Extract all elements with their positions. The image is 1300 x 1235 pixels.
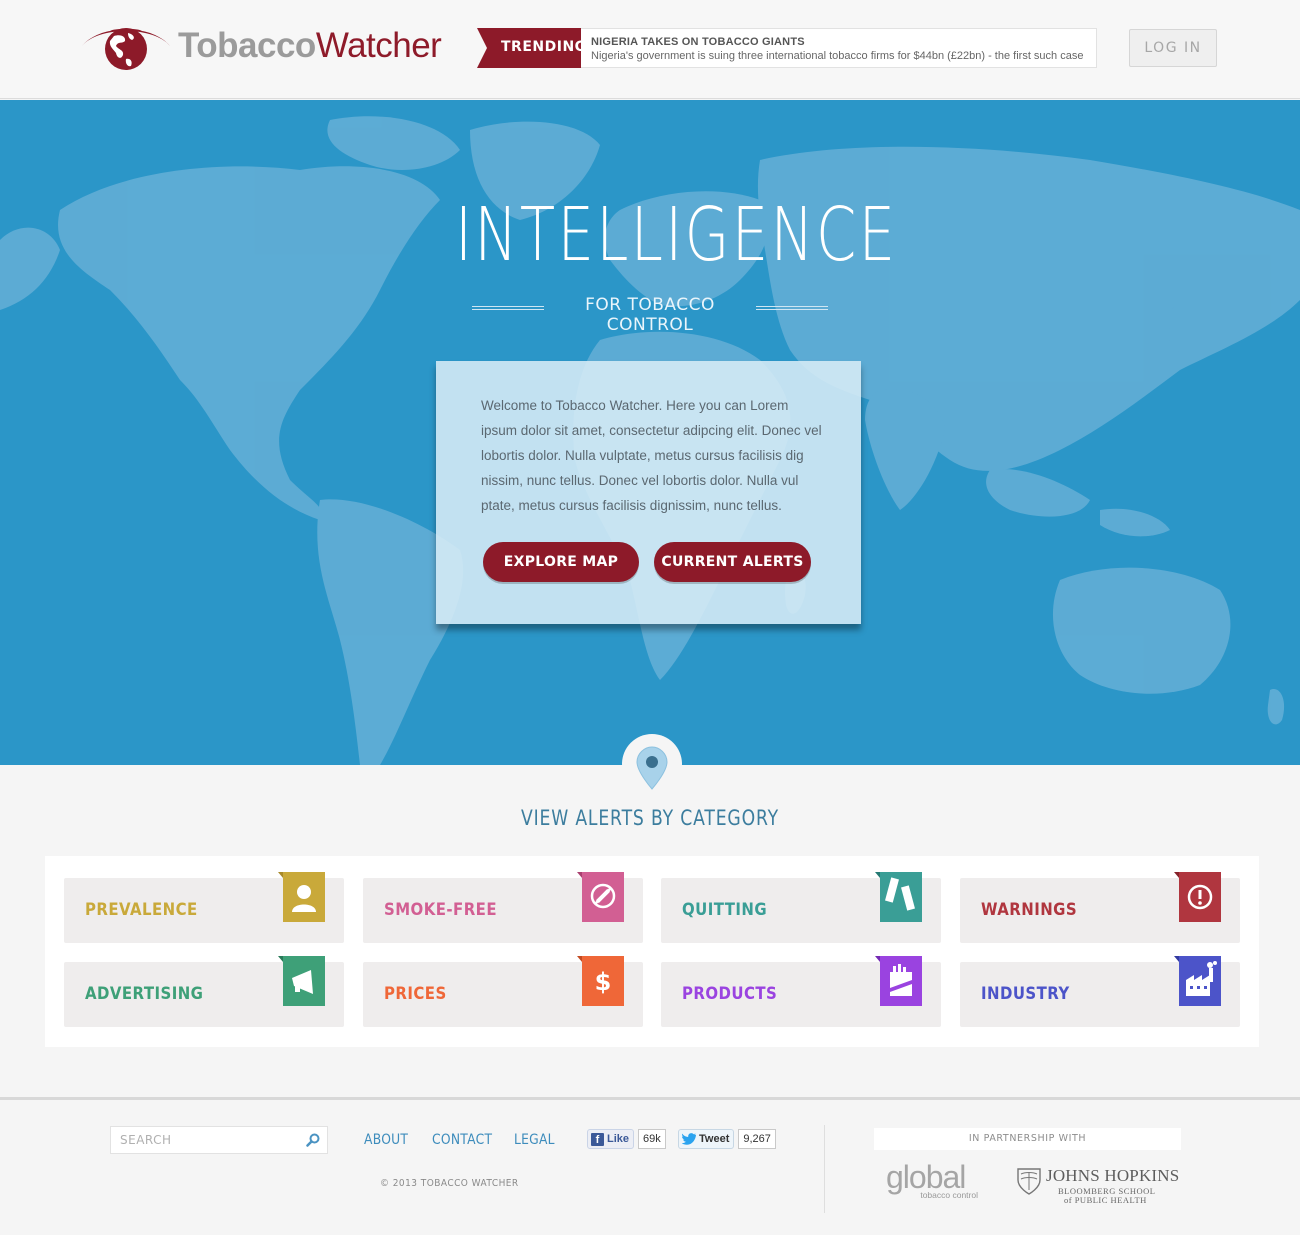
partner2-sub2: of PUBLIC HEALTH [1064, 1195, 1147, 1205]
logo-part1: Tobacco [178, 26, 316, 65]
hero-subtitle-text: FOR TOBACCO CONTROL [585, 295, 715, 335]
svg-text:$: $ [595, 968, 612, 996]
category-label: PREVALENCE [85, 900, 198, 920]
person-icon [278, 872, 325, 922]
alert-icon [1174, 872, 1221, 922]
category-prevalence[interactable]: PREVALENCE [64, 872, 344, 943]
current-alerts-button[interactable]: CURRENT ALERTS [654, 542, 811, 582]
category-quitting[interactable]: QUITTING [661, 872, 941, 943]
like-count: 69k [638, 1129, 666, 1149]
subtitle-rule-left [472, 306, 544, 310]
category-label: PRODUCTS [682, 984, 778, 1004]
trending-bar[interactable]: TRENDING NIGERIA TAKES ON TOBACCO GIANTS… [477, 28, 1097, 68]
category-products[interactable]: PRODUCTS [661, 956, 941, 1027]
category-heading: VIEW ALERTS BY CATEGORY [520, 806, 779, 830]
broken-cigarette-icon [875, 872, 922, 922]
copyright: © 2013 TOBACCO WATCHER [380, 1178, 519, 1189]
search-input[interactable] [111, 1127, 291, 1153]
hero-title: INTELLIGENCE [455, 192, 898, 278]
category-prices[interactable]: PRICES $ [363, 956, 643, 1027]
contact-link[interactable]: CONTACT [432, 1132, 492, 1148]
partner1-name: global [886, 1159, 966, 1195]
about-link[interactable]: ABOUT [364, 1132, 408, 1148]
category-label: SMOKE-FREE [384, 900, 497, 920]
site-logo[interactable]: TobaccoWatcher [80, 22, 450, 72]
tweet-count: 9,267 [738, 1129, 776, 1149]
facebook-icon: f [591, 1132, 604, 1146]
twitter-bird-icon [682, 1133, 696, 1145]
category-warnings[interactable]: WARNINGS [960, 872, 1240, 943]
eye-globe-icon [82, 28, 170, 70]
welcome-text: Welcome to Tobacco Watcher. Here you can… [481, 398, 822, 513]
hero-subtitle: FOR TOBACCO CONTROL [472, 295, 828, 335]
search-icon[interactable] [306, 1133, 320, 1147]
like-button[interactable]: f Like [587, 1129, 635, 1149]
partnership-heading: IN PARTNERSHIP WITH [874, 1128, 1181, 1150]
category-advertising[interactable]: ADVERTISING [64, 956, 344, 1027]
hero-section: INTELLIGENCE FOR TOBACCO CONTROL Welcome… [0, 100, 1300, 765]
no-smoking-icon [577, 872, 624, 922]
cigarette-pack-icon [875, 956, 922, 1006]
trending-title[interactable]: NIGERIA TAKES ON TOBACCO GIANTS [591, 36, 1086, 48]
trending-story[interactable]: NIGERIA TAKES ON TOBACCO GIANTS Nigeria'… [581, 28, 1097, 68]
footer-search[interactable] [110, 1126, 328, 1154]
johns-hopkins-logo[interactable]: JOHNS HOPKINS BLOOMBERG SCHOOL of PUBLIC… [1016, 1166, 1179, 1206]
category-industry[interactable]: INDUSTRY [960, 956, 1240, 1027]
trending-label: TRENDING [501, 39, 587, 55]
like-label: Like [607, 1133, 630, 1145]
logo-part2: Watcher [315, 26, 442, 65]
global-tobacco-control-logo[interactable]: global tobacco control [886, 1159, 978, 1200]
category-label: PRICES [384, 984, 447, 1004]
explore-map-button[interactable]: EXPLORE MAP [483, 542, 639, 582]
shield-icon [1017, 1168, 1041, 1195]
site-header: TobaccoWatcher TRENDING NIGERIA TAKES ON… [0, 0, 1300, 99]
partner2-name: JOHNS HOPKINS [1046, 1166, 1180, 1185]
category-label: QUITTING [682, 900, 768, 920]
trending-tag: TRENDING [477, 28, 586, 68]
category-label: ADVERTISING [85, 984, 204, 1004]
logo-wordmark: TobaccoWatcher [178, 26, 442, 66]
welcome-panel: Welcome to Tobacco Watcher. Here you can… [436, 361, 861, 624]
site-footer: ABOUT CONTACT LEGAL f Like 69k Tweet 9,2… [0, 1097, 1300, 1235]
facebook-like[interactable]: f Like 69k [587, 1129, 666, 1149]
login-button[interactable]: LOG IN [1129, 29, 1217, 67]
subtitle-rule-right [756, 306, 828, 310]
factory-icon [1174, 956, 1221, 1006]
category-label: WARNINGS [981, 900, 1078, 920]
category-panel: PREVALENCE SMOKE-FREE QUITTING WARNINGS … [45, 856, 1259, 1047]
map-pin-icon [636, 746, 668, 790]
category-label: INDUSTRY [981, 984, 1070, 1004]
dollar-icon: $ [577, 956, 624, 1006]
tweet-button[interactable]: Tweet [678, 1129, 735, 1149]
footer-divider [824, 1125, 825, 1213]
legal-link[interactable]: LEGAL [514, 1132, 555, 1148]
twitter-tweet[interactable]: Tweet 9,267 [678, 1129, 776, 1149]
tweet-label: Tweet [699, 1133, 730, 1145]
trending-text: Nigeria's government is suing three inte… [591, 50, 1084, 62]
category-smoke-free[interactable]: SMOKE-FREE [363, 872, 643, 943]
megaphone-icon [278, 956, 325, 1006]
